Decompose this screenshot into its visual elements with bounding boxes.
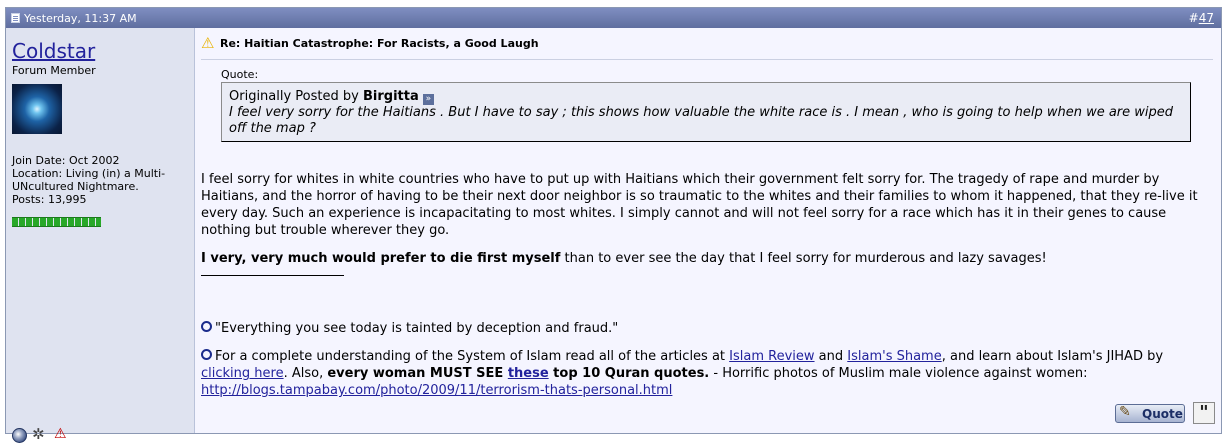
user-title: Forum Member xyxy=(12,64,96,77)
pencil-icon: ✎ xyxy=(1119,404,1131,420)
message-rest-text: than to ever see the day that I feel sor… xyxy=(560,251,1047,266)
bullet-icon xyxy=(201,349,212,360)
quote-button[interactable]: ✎ Quote xyxy=(1115,404,1185,423)
user-info-panel: Coldstar Forum Member Join Date: Oct 200… xyxy=(6,28,195,443)
avatar[interactable] xyxy=(12,84,62,134)
clicking-here-link[interactable]: clicking here xyxy=(201,366,284,381)
username-link[interactable]: Coldstar xyxy=(12,39,95,63)
signature-bold-text: top 10 Quran quotes. xyxy=(548,366,710,381)
islams-shame-link[interactable]: Islam's Shame xyxy=(847,349,941,364)
signature-text: - Horrific photos of Muslim male violenc… xyxy=(709,366,1088,381)
these-link[interactable]: these xyxy=(508,366,549,381)
quote-attribution-prefix: Originally Posted by xyxy=(229,89,359,104)
view-post-icon[interactable]: » xyxy=(422,94,434,105)
signature-text: . Also, xyxy=(283,366,328,381)
message-paragraph-1: I feel sorry for whites in white countri… xyxy=(201,172,1198,238)
signature-bold-text: every woman MUST SEE xyxy=(327,366,508,381)
post-title: Re: Haitian Catastrophe: For Racists, a … xyxy=(220,37,539,50)
forum-post: Yesterday, 11:37 AM #47 Coldstar Forum M… xyxy=(5,7,1222,443)
quote-author: Birgitta xyxy=(362,89,419,104)
signature-text: and xyxy=(814,349,848,364)
signature-line-2: For a complete understanding of the Syst… xyxy=(201,348,1213,399)
warning-icon: ⚠ xyxy=(201,34,215,52)
bullet-icon xyxy=(201,321,212,332)
quote-box: Originally Posted by Birgitta » I feel v… xyxy=(221,82,1191,142)
post-number-link[interactable]: 47 xyxy=(1199,11,1214,25)
message-bold-text: I very, very much would prefer to die fi… xyxy=(201,251,561,266)
document-icon xyxy=(11,13,20,23)
quote-button-label: Quote xyxy=(1142,407,1183,421)
location: Location: Living (in) a Multi-UNcultured… xyxy=(12,167,166,193)
post-number-prefix: # xyxy=(1188,11,1199,25)
quote-attribution: Originally Posted by Birgitta » xyxy=(229,89,1183,105)
multiquote-button[interactable]: " xyxy=(1193,402,1215,424)
post-number: #47 xyxy=(1189,11,1214,25)
signature-text: For a complete understanding of the Syst… xyxy=(215,349,730,364)
online-status-icon xyxy=(12,428,27,443)
title-divider xyxy=(201,59,1213,60)
signature-line-1: "Everything you see today is tainted by … xyxy=(201,320,1213,337)
message-paragraph-2: I very, very much would prefer to die fi… xyxy=(201,250,1213,267)
quote-label: Quote: xyxy=(221,68,259,81)
post-message: I feel sorry for whites in white countri… xyxy=(201,171,1213,410)
signature-text: , and learn about Islam's JIHAD by xyxy=(941,349,1164,364)
post-header: Yesterday, 11:37 AM #47 xyxy=(6,8,1221,28)
signature-quote: "Everything you see today is tainted by … xyxy=(215,321,619,336)
islam-review-link[interactable]: Islam Review xyxy=(729,349,814,364)
join-date: Join Date: Oct 2002 xyxy=(12,154,120,167)
post-date: Yesterday, 11:37 AM xyxy=(24,12,137,25)
tampabay-link[interactable]: http://blogs.tampabay.com/photo/2009/11/… xyxy=(201,383,672,398)
quote-text: I feel very sorry for the Haitians . But… xyxy=(229,105,1174,136)
post-count: Posts: 13,995 xyxy=(12,193,87,206)
post-content: ⚠ Re: Haitian Catastrophe: For Racists, … xyxy=(195,28,1221,433)
reputation-bar xyxy=(12,217,101,227)
